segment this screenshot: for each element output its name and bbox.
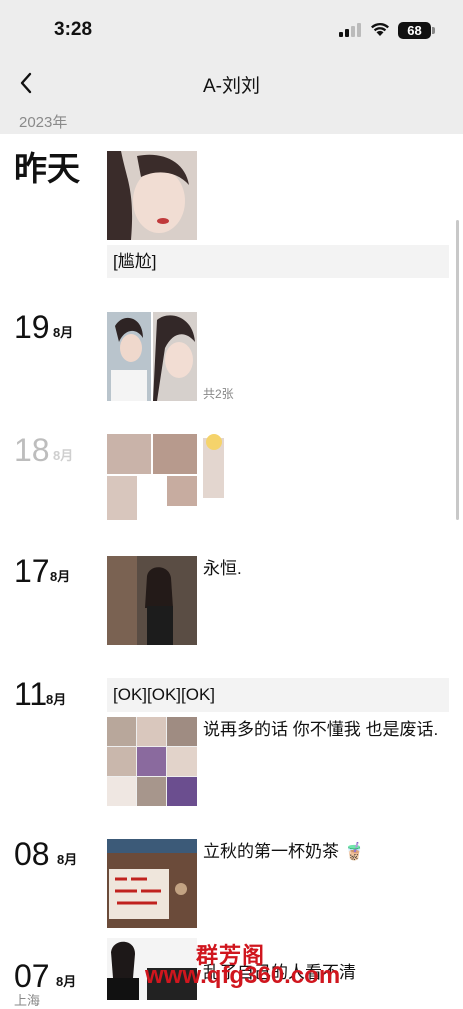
scrollbar[interactable] [456,220,459,520]
watermark-url: www.qfg360.com [145,962,341,989]
battery-tip [432,27,435,34]
wifi-icon [371,22,389,36]
page-title: A-刘刘 [202,76,260,97]
entry-month: 8月 [53,448,74,463]
entry-day: 19 [14,309,50,345]
entry-month: 8月 [57,852,78,867]
photo-thumbnail[interactable] [153,312,197,401]
entry-day: 07 [14,958,50,994]
battery-indicator: 68 [398,22,431,39]
post-caption: 永恒. [203,559,242,578]
entry-day: 11 [14,676,48,712]
post-text: [OK][OK][OK] [107,678,449,712]
post-caption: 说再多的话 你不懂我 也是废话. [203,720,439,739]
entry-day: 18 [14,432,50,468]
photo-thumbnail[interactable] [107,434,224,522]
status-bar: 3:28 68 [0,0,463,60]
year-header: 2023年 [0,106,463,134]
photo-grid-thumbnail[interactable] [107,717,197,806]
entry-day: 17 [14,553,50,589]
entry-month: 8月 [46,692,67,707]
photo-count: 共2张 [203,387,234,401]
year-label: 2023年 [19,114,68,131]
cellular-signal-icon [339,23,361,37]
nav-bar: A-刘刘 [0,60,463,106]
photo-thumbnail[interactable] [107,556,197,645]
photo-thumbnail[interactable] [107,151,197,240]
photo-thumbnail[interactable] [107,839,197,928]
entry-month: 8月 [53,325,74,340]
entry-month: 8月 [50,569,71,584]
photo-thumbnail[interactable] [107,312,151,401]
status-time: 3:28 [54,19,93,40]
entry-day: 08 [14,836,50,872]
entry-month: 8月 [56,974,77,989]
post-text: [尴尬] [107,245,449,278]
entry-day: 昨天 [14,150,80,187]
post-caption: 立秋的第一杯奶茶 🧋 [203,842,365,861]
